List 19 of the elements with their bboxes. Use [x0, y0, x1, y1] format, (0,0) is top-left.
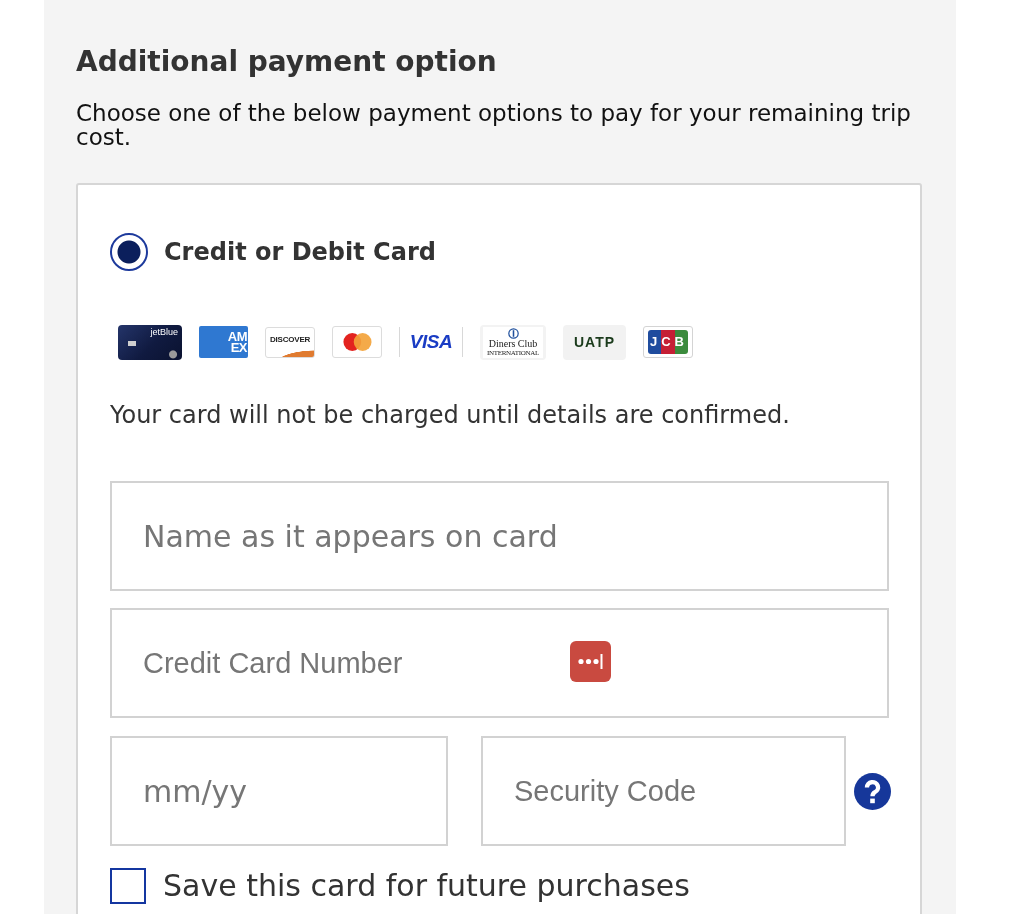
notice-text: Your card will not be charged until details are confirmed.	[110, 401, 791, 429]
interlocking-circles-icon	[332, 326, 382, 358]
card-brand-logo: VISA	[399, 327, 463, 357]
password-dots-icon[interactable]	[570, 641, 611, 682]
help-icon[interactable]	[854, 772, 891, 810]
section-title: Additional payment option	[76, 45, 498, 79]
name-input-field[interactable]: Name as it appears on card	[110, 481, 889, 591]
radio-button[interactable]	[110, 233, 148, 271]
radio-label[interactable]: Credit or Debit Card	[164, 233, 436, 271]
security-code-input-field[interactable]: Security Code	[481, 736, 846, 846]
expiry-input-field[interactable]: mm/yy	[110, 736, 448, 846]
card-number-input-field[interactable]: Credit Card Number	[110, 608, 889, 718]
card-brand-logo: DISCOVER	[265, 326, 315, 358]
card-brand-logo: UATP	[563, 324, 626, 360]
checkbox-label[interactable]: Save this card for future purchases	[163, 868, 690, 904]
card-brand-logo: jetBlue	[118, 324, 182, 360]
card-brand-logo: AM EX	[199, 326, 248, 358]
checkbox[interactable]	[110, 868, 146, 904]
section-description: Choose one of the below payment options to pay for your remaining trip cost.	[76, 101, 912, 149]
